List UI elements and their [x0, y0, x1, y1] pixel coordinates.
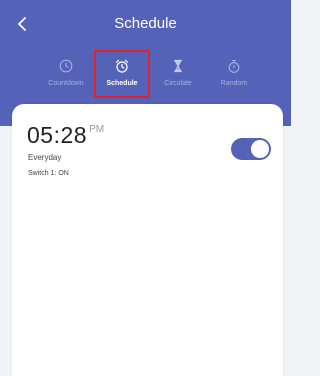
clock-icon [59, 59, 73, 73]
time-value: 05:28 [27, 122, 88, 148]
tab-label: Random [220, 80, 248, 87]
tab-label: Circulate [164, 80, 192, 87]
page-title: Schedule [114, 15, 177, 32]
tab-bar: Countdown Schedule Circulate Random [40, 50, 260, 98]
schedule-card[interactable]: 05:28 PM Everyday Switch 1: ON [12, 104, 283, 376]
tab-label: Countdown [48, 80, 84, 87]
tab-label: Schedule [106, 80, 138, 87]
tab-random[interactable]: Random [208, 52, 260, 96]
tab-countdown[interactable]: Countdown [40, 52, 92, 96]
toggle-knob [251, 140, 269, 158]
enable-toggle[interactable] [231, 138, 271, 160]
hourglass-icon [174, 59, 182, 73]
stopwatch-icon [228, 59, 240, 73]
tab-schedule[interactable]: Schedule [94, 50, 150, 98]
ampm-label: PM [89, 124, 105, 135]
title-bar: Schedule [0, 0, 291, 48]
schedule-time: 05:28 PM [27, 122, 104, 149]
action-label: Switch 1: ON [28, 170, 69, 177]
repeat-label: Everyday [28, 153, 62, 162]
tab-circulate[interactable]: Circulate [152, 52, 204, 96]
alarm-clock-icon [115, 59, 129, 73]
